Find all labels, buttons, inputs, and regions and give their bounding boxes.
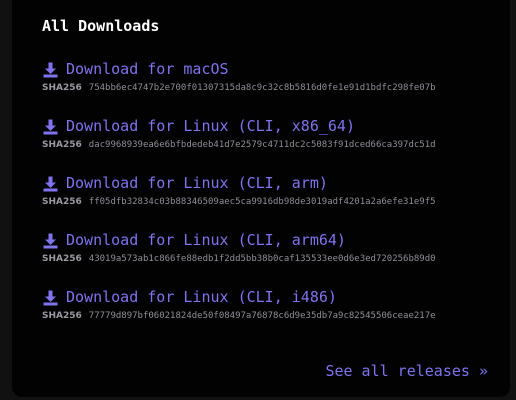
download-icon bbox=[42, 232, 59, 249]
download-item-linux-x86_64: Download for Linux (CLI, x86_64) SHA256 … bbox=[42, 115, 492, 151]
download-item-macos: Download for macOS SHA256 754bb6ec4747b2… bbox=[42, 58, 492, 94]
download-icon bbox=[42, 61, 59, 78]
download-link-macos[interactable]: Download for macOS bbox=[42, 58, 492, 80]
sha-row: SHA256 77779d897bf06021824de50f08497a768… bbox=[42, 310, 492, 322]
download-link-linux-x86_64[interactable]: Download for Linux (CLI, x86_64) bbox=[42, 115, 492, 137]
section-heading: All Downloads bbox=[42, 17, 160, 35]
downloads-panel: All Downloads Download for macOS SHA256 … bbox=[12, 0, 510, 397]
sha-tag: SHA256 bbox=[42, 311, 82, 321]
download-label: Download for Linux (CLI, x86_64) bbox=[66, 117, 355, 135]
download-icon bbox=[42, 118, 59, 135]
download-item-linux-arm64: Download for Linux (CLI, arm64) SHA256 4… bbox=[42, 229, 492, 265]
sha-value: 754bb6ec4747b2e700f01307315da8c9c32c8b58… bbox=[88, 83, 436, 93]
download-link-linux-arm[interactable]: Download for Linux (CLI, arm) bbox=[42, 172, 492, 194]
download-link-linux-i486[interactable]: Download for Linux (CLI, i486) bbox=[42, 286, 492, 308]
download-icon bbox=[42, 175, 59, 192]
sha-tag: SHA256 bbox=[42, 140, 82, 150]
sha-value: dac9968939ea6e6bfbdedeb41d7e2579c4711dc2… bbox=[88, 140, 436, 150]
sha-row: SHA256 754bb6ec4747b2e700f01307315da8c9c… bbox=[42, 82, 492, 94]
download-label: Download for macOS bbox=[66, 60, 229, 78]
download-label: Download for Linux (CLI, arm) bbox=[66, 174, 328, 192]
sha-value: ff05dfb32834c03b88346509aec5ca9916db98de… bbox=[88, 197, 436, 207]
download-item-linux-i486: Download for Linux (CLI, i486) SHA256 77… bbox=[42, 286, 492, 322]
sha-row: SHA256 43019a573ab1c866fe88edb1f2dd5bb38… bbox=[42, 253, 492, 265]
download-label: Download for Linux (CLI, i486) bbox=[66, 288, 337, 306]
download-link-linux-arm64[interactable]: Download for Linux (CLI, arm64) bbox=[42, 229, 492, 251]
sha-row: SHA256 dac9968939ea6e6bfbdedeb41d7e2579c… bbox=[42, 139, 492, 151]
see-all-releases-link[interactable]: See all releases » bbox=[325, 362, 488, 380]
sha-value: 43019a573ab1c866fe88edb1f2dd5bb38b0caf13… bbox=[88, 254, 436, 264]
sha-row: SHA256 ff05dfb32834c03b88346509aec5ca991… bbox=[42, 196, 492, 208]
download-item-linux-arm: Download for Linux (CLI, arm) SHA256 ff0… bbox=[42, 172, 492, 208]
download-icon bbox=[42, 289, 59, 306]
sha-tag: SHA256 bbox=[42, 197, 82, 207]
download-label: Download for Linux (CLI, arm64) bbox=[66, 231, 346, 249]
sha-tag: SHA256 bbox=[42, 254, 82, 264]
sha-tag: SHA256 bbox=[42, 83, 82, 93]
sha-value: 77779d897bf06021824de50f08497a76878c6d9e… bbox=[88, 311, 436, 321]
